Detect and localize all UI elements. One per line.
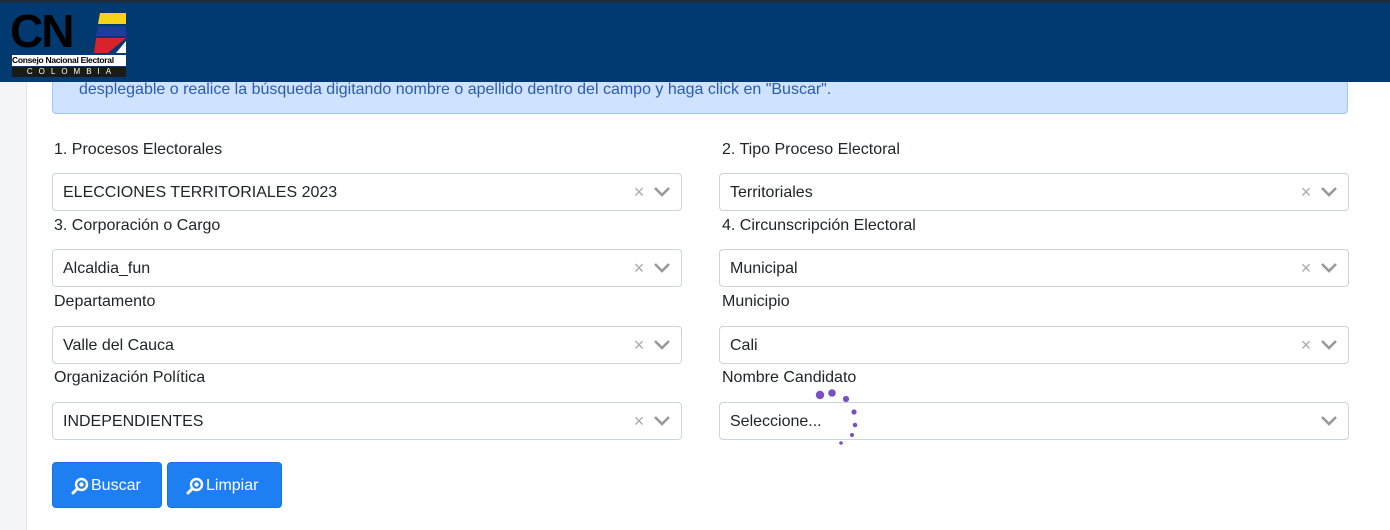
tipo-label: 2. Tipo Proceso Electoral: [722, 141, 900, 158]
municipio-select[interactable]: Cali ×: [719, 326, 1349, 364]
close-icon[interactable]: ×: [1298, 183, 1314, 201]
close-icon[interactable]: ×: [631, 183, 647, 201]
search-icon: [186, 477, 204, 495]
procesos-value: ELECCIONES TERRITORIALES 2023: [63, 184, 338, 201]
chevron-down-icon[interactable]: [1320, 260, 1338, 276]
chevron-down-icon[interactable]: [653, 337, 671, 353]
procesos-select[interactable]: ELECCIONES TERRITORIALES 2023 ×: [52, 173, 682, 211]
departamento-select[interactable]: Valle del Cauca ×: [52, 326, 682, 364]
chevron-down-icon[interactable]: [1320, 184, 1338, 200]
logo-letters: CN: [10, 5, 74, 57]
tipo-value: Territoriales: [730, 184, 813, 201]
organizacion-value: INDEPENDIENTES: [63, 413, 204, 430]
corporacion-label: 3. Corporación o Cargo: [54, 217, 221, 234]
municipio-label: Municipio: [722, 293, 790, 310]
close-icon[interactable]: ×: [631, 259, 647, 277]
close-icon[interactable]: ×: [631, 412, 647, 430]
departamento-label: Departamento: [54, 293, 156, 310]
departamento-value: Valle del Cauca: [63, 337, 174, 354]
limpiar-label: Limpiar: [206, 477, 259, 494]
chevron-down-icon[interactable]: [653, 260, 671, 276]
logo-country: COLOMBIA: [12, 67, 126, 77]
cne-logo[interactable]: CN Consejo Nacional Electoral COLOMBIA: [10, 8, 130, 78]
circunscripcion-label: 4. Circunscripción Electoral: [722, 217, 916, 234]
municipio-value: Cali: [730, 337, 758, 354]
corporacion-select[interactable]: Alcaldia_fun ×: [52, 249, 682, 287]
organizacion-label: Organización Política: [54, 369, 206, 386]
tipo-select[interactable]: Territoriales ×: [719, 173, 1349, 211]
limpiar-button[interactable]: Limpiar: [167, 462, 282, 508]
loading-spinner-icon: [815, 389, 858, 445]
candidato-value: Seleccione...: [730, 413, 822, 430]
chevron-down-icon[interactable]: [653, 184, 671, 200]
corporacion-value: Alcaldia_fun: [63, 260, 151, 277]
close-icon[interactable]: ×: [1298, 336, 1314, 354]
procesos-label: 1. Procesos Electorales: [54, 141, 223, 158]
organizacion-select[interactable]: INDEPENDIENTES ×: [52, 402, 682, 440]
circunscripcion-value: Municipal: [730, 260, 798, 277]
logo-name: Consejo Nacional Electoral: [12, 55, 126, 66]
header-bar: CN Consejo Nacional Electoral COLOMBIA: [0, 0, 1390, 82]
close-icon[interactable]: ×: [631, 336, 647, 354]
info-alert-text: desplegable o realice la búsqueda digita…: [79, 81, 832, 98]
search-icon: [71, 477, 89, 495]
candidato-label: Nombre Candidato: [722, 369, 857, 386]
flag-icon: [94, 13, 126, 53]
circunscripcion-select[interactable]: Municipal ×: [719, 249, 1349, 287]
close-icon[interactable]: ×: [1298, 259, 1314, 277]
chevron-down-icon[interactable]: [653, 413, 671, 429]
buscar-label: Buscar: [91, 477, 141, 494]
chevron-down-icon[interactable]: [1320, 337, 1338, 353]
chevron-down-icon[interactable]: [1320, 413, 1338, 429]
buscar-button[interactable]: Buscar: [52, 462, 162, 508]
